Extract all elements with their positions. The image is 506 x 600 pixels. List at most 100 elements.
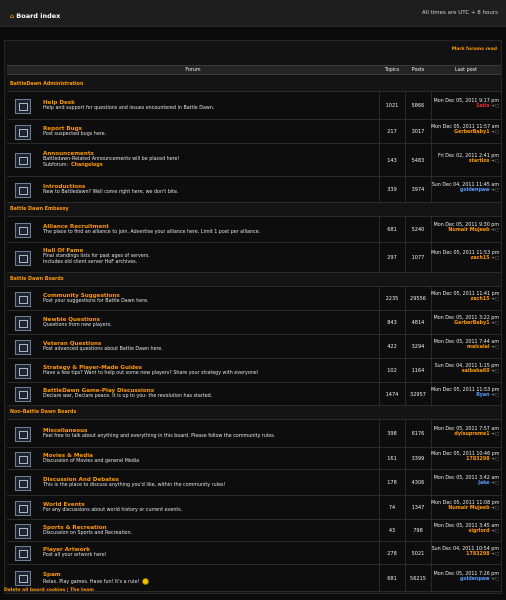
category-title[interactable]: BattleDawn Administration: [10, 82, 83, 87]
forum-info: Help Desk Help and support for questions …: [43, 100, 214, 112]
last-post-author: startios ➜▢: [431, 159, 499, 165]
forum-row: Movies & Media Discussion of Movies and g…: [7, 448, 501, 470]
view-latest-post-icon[interactable]: ➜▢: [490, 457, 499, 462]
forum-info: Newbie Questions Questions from new playe…: [43, 317, 112, 329]
last-post-author: 1783298 ➜▢: [431, 552, 499, 558]
category-title[interactable]: Battle Dawn Boards: [10, 277, 64, 282]
last-post-author-link[interactable]: sigrlord: [469, 529, 490, 534]
view-latest-post-icon[interactable]: ➜▢: [490, 345, 499, 350]
view-latest-post-icon[interactable]: ➜▢: [490, 159, 499, 164]
forum-description-text: Questions from new players.: [43, 323, 112, 328]
topics-count: 1021: [385, 103, 399, 109]
view-latest-post-icon[interactable]: ➜▢: [490, 552, 499, 557]
last-post-author-link[interactable]: zach15: [471, 297, 490, 302]
forum-description: The place to find an alliance to join. A…: [43, 230, 260, 236]
forum-row: Help Desk Help and support for questions …: [7, 92, 501, 120]
last-post-author-link[interactable]: goldenpaw: [460, 188, 490, 193]
last-post-info: Mon Dec 05, 2011 11:08 pm Numair Mujeeb ➜…: [431, 501, 499, 512]
forum-description: Post suspected bugs here.: [43, 132, 106, 138]
view-latest-post-icon[interactable]: ➜▢: [490, 481, 499, 486]
forum-read-icon: [15, 387, 31, 402]
forum-info: Strategy & Player-Made Guides Have a few …: [43, 365, 259, 377]
view-latest-post-icon[interactable]: ➜▢: [490, 256, 499, 261]
last-post-author-link[interactable]: goldenpaw: [460, 577, 490, 582]
last-post-info: Mon Dec 05, 2011 3:42 am Jake ➜▢: [431, 476, 499, 487]
last-post-author-link[interactable]: Jake: [478, 481, 489, 486]
forum-read-icon: [15, 340, 31, 355]
forum-info: Introductions New to Battledawn? Well com…: [43, 184, 178, 196]
last-post-author: malcalal ➜▢: [431, 345, 499, 351]
forum-description: Post all your artwork here!: [43, 553, 107, 559]
view-latest-post-icon[interactable]: ➜▢: [490, 188, 499, 193]
view-latest-post-icon[interactable]: ➜▢: [490, 369, 499, 374]
posts-count: 5240: [411, 227, 425, 233]
view-latest-post-icon[interactable]: ➜▢: [490, 393, 499, 398]
last-post-author-link[interactable]: 1783298: [466, 457, 489, 462]
forum-description: Have a few tips? Want to help out some n…: [43, 371, 259, 377]
last-post-author-link[interactable]: dylsupreme1: [454, 432, 489, 437]
forum-row: Miscellaneous Feel free to talk about any…: [7, 420, 501, 448]
last-post-author: saibaba60 ➜▢: [431, 369, 499, 375]
last-post-info: Mon Dec 05, 2011 11:53 pm Ryan ➜▢: [431, 388, 499, 399]
view-latest-post-icon[interactable]: ➜▢: [490, 297, 499, 302]
last-post-author-link[interactable]: saibaba60: [462, 369, 490, 374]
forum-description-text: This is the place to discuss anything yo…: [43, 483, 226, 488]
view-latest-post-icon[interactable]: ➜▢: [490, 529, 499, 534]
last-post-author-link[interactable]: startios: [469, 159, 490, 164]
topics-count: 1474: [385, 392, 399, 398]
last-post-author: 1783298 ➜▢: [431, 457, 499, 463]
category-title[interactable]: Battle Dawn Embassy: [10, 207, 69, 212]
last-post-author-link[interactable]: Satis: [476, 104, 489, 109]
view-latest-post-icon[interactable]: ➜▢: [490, 104, 499, 109]
posts-count: 4814: [411, 320, 425, 326]
forum-read-icon: [15, 546, 31, 561]
forum-info: Hall Of Fame Final standings lists for pa…: [43, 248, 150, 266]
last-post-info: Mon Dec 05, 2011 7:44 am malcalal ➜▢: [431, 340, 499, 351]
footer-links[interactable]: Delete all board cookies | The team: [4, 588, 94, 593]
forum-info: World Events For any discussions about wo…: [43, 502, 182, 514]
forum-row: Sports & Recreation Discussion on Sports …: [7, 520, 501, 542]
last-post-author-link[interactable]: malcalal: [467, 345, 490, 350]
top-bar: ⌂ Board index All times are UTC + 8 hours: [0, 0, 506, 27]
last-post-info: Mon Dec 05, 2011 7:26 pm goldenpaw ➜▢: [431, 572, 499, 583]
view-latest-post-icon[interactable]: ➜▢: [490, 228, 499, 233]
last-post-author-link[interactable]: Numair Mujeeb: [448, 506, 489, 511]
forum-info: Veteran Questions Post advanced questions…: [43, 341, 163, 353]
topics-count: 161: [387, 456, 397, 462]
subforum-label: Subforum:: [43, 163, 69, 168]
forum-row: Community Suggestions Post your suggestio…: [7, 287, 501, 311]
view-latest-post-icon[interactable]: ➜▢: [490, 506, 499, 511]
forum-row: Report Bugs Post suspected bugs here. 217 3…: [7, 120, 501, 144]
view-latest-post-icon[interactable]: ➜▢: [490, 321, 499, 326]
forum-description-text: Final standings lists for past ages of s…: [43, 254, 150, 259]
posts-count: 5483: [411, 158, 425, 164]
last-post-author-link[interactable]: zach15: [471, 256, 490, 261]
last-post-author-link[interactable]: GerberBaby1: [454, 321, 489, 326]
topics-count: 278: [387, 551, 397, 557]
forum-description: Discussion on Sports and Recreation.: [43, 531, 132, 537]
column-topics: Topics: [384, 67, 400, 73]
last-post-author: Numair Mujeeb ➜▢: [431, 228, 499, 234]
last-post-author-link[interactable]: Ryan: [476, 393, 489, 398]
forum-row: Alliance Recruitment The place to find an…: [7, 217, 501, 243]
posts-count: 4306: [411, 480, 425, 486]
forum-description-text: Feel free to talk about anything and eve…: [43, 434, 276, 439]
home-icon: ⌂: [10, 13, 15, 20]
view-latest-post-icon[interactable]: ➜▢: [490, 432, 499, 437]
last-post-author: Numair Mujeeb ➜▢: [431, 506, 499, 512]
subforum-link[interactable]: Changelogs: [71, 163, 103, 168]
mark-forums-read-link[interactable]: Mark forums read: [452, 47, 497, 52]
board-index-link[interactable]: ⌂ Board index: [10, 12, 60, 20]
last-post-author-link[interactable]: 1783298: [466, 552, 489, 557]
last-post-info: Mon Dec 05, 2011 10:46 pm 1783298 ➜▢: [431, 452, 499, 463]
view-latest-post-icon[interactable]: ➜▢: [490, 130, 499, 135]
last-post-author: GerberBaby1 ➜▢: [431, 321, 499, 327]
category-title[interactable]: Non-Battle Dawn Boards: [10, 410, 76, 415]
view-latest-post-icon[interactable]: ➜▢: [490, 577, 499, 582]
posts-count: 1077: [411, 255, 425, 261]
last-post-author-link[interactable]: Numair Mujeeb: [448, 228, 489, 233]
last-post-author: zach15 ➜▢: [431, 297, 499, 303]
forum-row: Discussion And Debates This is the place …: [7, 470, 501, 496]
last-post-author-link[interactable]: GerberBaby1: [454, 130, 489, 135]
forum-table-header: Forum Topics Posts Last post: [7, 65, 501, 75]
